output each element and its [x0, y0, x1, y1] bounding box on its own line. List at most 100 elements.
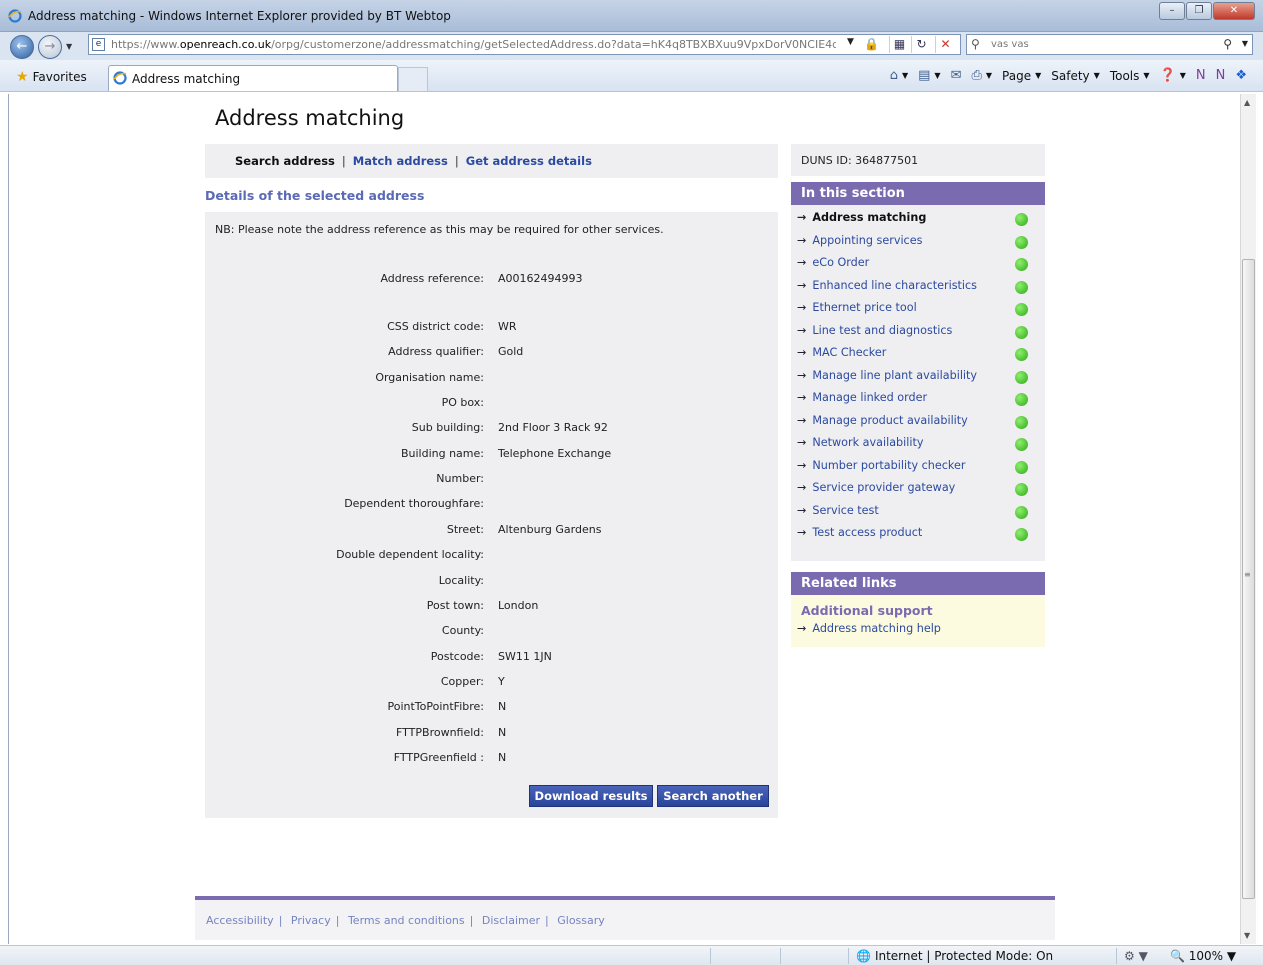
section-nav: → Address matching → Appointing services →… [791, 205, 1045, 561]
footer-link-glossary[interactable]: Glossary [557, 914, 605, 927]
breadcrumb-get-details-link[interactable]: Get address details [466, 154, 592, 168]
address-note: NB: Please note the address reference as… [215, 223, 664, 236]
safety-menu[interactable]: Safety ▼ [1051, 69, 1100, 83]
detail-row: Number: [436, 472, 484, 485]
print-button[interactable]: ⎙ ▼ [971, 68, 992, 83]
sidebar-item-linked-order[interactable]: → Manage linked order [797, 391, 1037, 411]
arrow-icon: → [797, 301, 807, 314]
compatibility-view-icon[interactable]: ▦ [889, 36, 909, 53]
duns-id: DUNS ID: 364877501 [791, 144, 1045, 176]
search-another-button[interactable]: Search another [657, 785, 769, 807]
sidebar-item-address-matching[interactable]: → Address matching [797, 211, 1037, 231]
lock-icon[interactable]: 🔒 [864, 37, 879, 51]
security-zone[interactable]: 🌐 Internet | Protected Mode: On [856, 949, 1053, 963]
restore-button[interactable]: ❐ [1186, 2, 1212, 20]
arrow-icon: → [797, 279, 807, 292]
status-dot-icon [1015, 371, 1028, 384]
sidebar-item-eco-order[interactable]: → eCo Order [797, 256, 1037, 276]
detail-row: Address qualifier: Gold [388, 345, 524, 358]
address-matching-help-link[interactable]: → Address matching help [797, 622, 941, 635]
arrow-icon: → [797, 211, 807, 224]
search-icon[interactable]: ⚲ [1223, 37, 1232, 51]
url-text[interactable]: https://www.openreach.co.uk/orpg/custome… [111, 38, 836, 51]
onenote-icon: N [1195, 68, 1206, 83]
stop-icon[interactable]: ✕ [935, 36, 955, 53]
arrow-icon: → [797, 414, 807, 427]
detail-row: CSS district code: WR [387, 320, 517, 333]
tab-label: Address matching [132, 72, 241, 86]
download-results-button[interactable]: Download results [529, 785, 653, 807]
scroll-up-icon[interactable]: ▲ [1244, 98, 1250, 107]
scroll-thumb[interactable] [1242, 259, 1255, 899]
feeds-icon: ▤ [918, 68, 931, 83]
footer-link-accessibility[interactable]: Accessibility [206, 914, 274, 927]
home-button[interactable]: ⌂ ▼ [890, 68, 908, 83]
window-title: Address matching - Windows Internet Expl… [28, 9, 451, 23]
breadcrumb: Search address | Match address | Get address… [205, 144, 778, 178]
sidebar-item-service-provider-gateway[interactable]: → Service provider gateway [797, 481, 1037, 501]
url-dropdown-icon[interactable]: ▼ [847, 37, 854, 47]
breadcrumb-match-address-link[interactable]: Match address [353, 154, 448, 168]
mail-button[interactable]: ✉ [951, 68, 962, 83]
footer-link-disclaimer[interactable]: Disclaimer [482, 914, 540, 927]
footer-link-terms[interactable]: Terms and conditions [348, 914, 465, 927]
new-tab-button[interactable] [398, 67, 428, 91]
detail-row: Locality: [438, 574, 484, 587]
status-dot-icon [1015, 303, 1028, 316]
detail-row: Street: Altenburg Gardens [446, 523, 602, 536]
sidebar-item-enhanced-line[interactable]: → Enhanced line characteristics [797, 279, 1037, 299]
sidebar-item-line-plant[interactable]: → Manage line plant availability [797, 369, 1037, 389]
help-button[interactable]: ❓ ▼ [1160, 68, 1186, 83]
home-icon: ⌂ [889, 68, 898, 83]
detail-row: Sub building: 2nd Floor 3 Rack 92 [411, 421, 608, 434]
status-dot-icon [1015, 528, 1028, 541]
bluetooth-icon: ❖ [1235, 68, 1247, 83]
onenote-send-button[interactable]: N [1216, 68, 1226, 83]
status-dot-icon [1015, 438, 1028, 451]
scroll-down-icon[interactable]: ▼ [1244, 931, 1250, 940]
sidebar-item-line-test[interactable]: → Line test and diagnostics [797, 324, 1037, 344]
sidebar-item-product-availability[interactable]: → Manage product availability [797, 414, 1037, 434]
close-button[interactable]: ✕ [1213, 2, 1255, 20]
status-dot-icon [1015, 348, 1028, 361]
sidebar-item-ethernet-price[interactable]: → Ethernet price tool [797, 301, 1037, 321]
arrow-icon: → [797, 256, 807, 269]
onenote-button[interactable]: N [1196, 68, 1206, 83]
ie-logo-icon [8, 9, 22, 23]
search-box[interactable]: ⚲ vas vas ⚲ ▼ [966, 34, 1253, 55]
minimize-button[interactable]: – [1159, 2, 1185, 20]
refresh-icon[interactable]: ↻ [911, 36, 931, 53]
search-dropdown-icon[interactable]: ▼ [1242, 39, 1248, 48]
forward-button[interactable]: → [38, 35, 62, 59]
page-menu[interactable]: Page ▼ [1002, 69, 1041, 83]
additional-support-title: Additional support [801, 603, 933, 618]
sidebar-item-test-access-product[interactable]: → Test access product [797, 526, 1037, 546]
bluetooth-button[interactable]: ❖ [1235, 68, 1247, 83]
sidebar-item-service-test[interactable]: → Service test [797, 504, 1037, 524]
sidebar-item-appointing-services[interactable]: → Appointing services [797, 234, 1037, 254]
footer-link-privacy[interactable]: Privacy [291, 914, 331, 927]
vertical-scrollbar[interactable]: ▲ ≡ ▼ [1240, 94, 1256, 944]
search-input[interactable]: vas vas [991, 39, 1029, 50]
sidebar-item-number-portability[interactable]: → Number portability checker [797, 459, 1037, 479]
in-this-section-heading: In this section [791, 182, 1045, 205]
detail-row: Post town: London [426, 599, 539, 612]
browser-tab[interactable]: Address matching [108, 65, 398, 91]
address-bar[interactable]: e https://www.openreach.co.uk/orpg/custo… [88, 34, 961, 55]
favorites-button[interactable]: ★ Favorites [16, 69, 87, 85]
detail-row: Address reference: A00162494993 [380, 272, 583, 285]
detail-row: PO box: [441, 396, 484, 409]
sidebar-item-network-availability[interactable]: → Network availability [797, 436, 1037, 456]
status-dot-icon [1015, 326, 1028, 339]
protected-mode-icon[interactable]: ⚙ ▼ [1124, 949, 1148, 963]
arrow-icon: → [797, 346, 807, 359]
back-button[interactable]: ← [10, 35, 34, 59]
zoom-level[interactable]: 🔍 100% ▼ [1170, 949, 1236, 963]
tools-menu[interactable]: Tools ▼ [1110, 69, 1150, 83]
recent-pages-dropdown-icon[interactable]: ▼ [66, 42, 72, 51]
status-dot-icon [1015, 258, 1028, 271]
feeds-button[interactable]: ▤ ▼ [918, 68, 940, 83]
page-viewport: Address matching Search address | Match ad… [8, 94, 1240, 944]
sidebar-item-mac-checker[interactable]: → MAC Checker [797, 346, 1037, 366]
detail-row: County: [441, 624, 484, 637]
